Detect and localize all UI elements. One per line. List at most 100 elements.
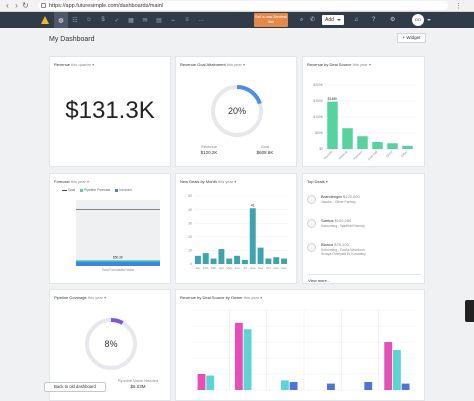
revenue-by-source-card[interactable]: Revenue by Deal Source this year ▾ $200K… — [302, 56, 425, 167]
title-text: Revenue — [54, 62, 71, 67]
add-button[interactable]: Add — [322, 15, 344, 25]
notifications-icon[interactable]: ♫ — [354, 12, 359, 28]
nav-calendar-icon[interactable]: ▦ — [124, 12, 138, 28]
help-icon[interactable]: ? — [372, 12, 375, 28]
bar — [234, 255, 241, 264]
zendesk-sell-banner[interactable]: Sell is now Zendesk Sell — [254, 13, 288, 27]
nav-sequences-icon[interactable]: ≡ — [180, 12, 194, 28]
bar — [281, 258, 288, 264]
goal-attainment-card[interactable]: Revenue Goal Attainment this year ▾ 20% … — [175, 56, 297, 167]
pipeline-percent: 8% — [104, 339, 118, 349]
period-text[interactable]: this year — [227, 62, 242, 67]
deal-item[interactable]: Brandenger $120,000 Jacobs - Oliver Farm… — [307, 192, 399, 212]
deal-value: $100,000 — [334, 218, 352, 223]
x-tick-label: Dec — [281, 266, 287, 270]
x-tick-label: Referral — [338, 150, 349, 161]
deal-name[interactable]: Santos $100,000 — [321, 218, 351, 223]
bar — [327, 383, 335, 390]
y-tick-label: $0 — [319, 147, 323, 151]
forecast-card[interactable]: Forecast this year ▾ Goal Pipeline Forec… — [49, 173, 171, 284]
deal-name[interactable]: Blanco $75,100 — [321, 242, 349, 247]
deal-name[interactable]: Brandenger $120,000 — [321, 194, 360, 199]
url-text: https://app.futuresimple.com/dashboards/… — [49, 2, 164, 9]
view-more-link[interactable]: View more... — [308, 278, 330, 283]
search-icon[interactable]: ⌕ — [300, 12, 303, 28]
bar — [241, 259, 248, 264]
y-tick-label: $100K — [313, 115, 324, 119]
nav-leads-icon[interactable]: ☷ — [68, 12, 82, 28]
bar — [218, 249, 225, 264]
back-arrow-icon[interactable]: ‹ — [3, 1, 12, 11]
nav-tasks-icon[interactable]: ✓ — [110, 12, 124, 28]
chevron-down-icon[interactable]: ▾ — [326, 179, 328, 184]
chevron-down-icon[interactable]: ▾ — [260, 295, 262, 300]
x-tick-label: Jan — [195, 266, 200, 270]
x-tick-label: Jun — [235, 266, 240, 270]
bar — [392, 350, 401, 390]
nav-contacts-icon[interactable]: ☺ — [82, 12, 96, 28]
period-text[interactable]: this year — [244, 295, 259, 300]
address-bar[interactable]: https://app.futuresimple.com/dashboards/… — [38, 1, 448, 10]
reload-icon[interactable]: ↻ — [21, 1, 30, 11]
bar — [273, 257, 280, 264]
x-tick-label: Aug — [250, 266, 256, 270]
top-deals-card[interactable]: Top Deals ▾ Brandenger $120,000 Jacobs -… — [302, 173, 425, 284]
nav-reports-icon[interactable]: ▤ — [152, 12, 166, 28]
x-tick-label: Oct — [266, 266, 271, 270]
back-to-old-dashboard-button[interactable]: Back to old dashboard — [44, 382, 106, 392]
logo-icon[interactable] — [40, 15, 50, 25]
revenue-by-owner-card[interactable]: Revenue by Deal Source by Owner this yea… — [175, 289, 425, 401]
period-text[interactable]: this year — [353, 62, 368, 67]
nav-deals-icon[interactable]: $ — [96, 12, 110, 28]
revenue-card[interactable]: Revenue this quarter ▾ $131.3K — [49, 56, 171, 167]
deal-icon — [307, 219, 316, 228]
chevron-down-icon[interactable] — [427, 19, 431, 21]
title-text: Revenue by Deal Source — [307, 62, 352, 67]
y-tick-label: 20 — [188, 235, 192, 239]
nav-dashboard-icon[interactable]: ◍ — [54, 12, 68, 28]
revenue-by-owner-chart — [192, 309, 416, 391]
settings-icon[interactable]: ⚙ — [390, 12, 395, 28]
chevron-down-icon[interactable]: ▾ — [243, 62, 245, 67]
chevron-down-icon[interactable]: ▾ — [104, 295, 106, 300]
legend-incurred: Incurred — [115, 188, 132, 192]
x-tick-label: Event — [385, 150, 393, 158]
y-tick-label: 40 — [188, 208, 192, 212]
period-text[interactable]: this year — [218, 179, 233, 184]
deal-icon — [307, 195, 316, 204]
pipeline-needed-value: $6.03M — [130, 384, 146, 389]
main-nav: ◍ ☷ ☺ $ ✓ ▦ ✉ ▤ ⌁ ≡ … — [54, 12, 208, 28]
card-title: Revenue Goal Attainment this year ▾ — [180, 62, 245, 67]
legend-pipeline-label: Pipeline Forecast — [84, 188, 111, 192]
nav-communication-icon[interactable]: ✉ — [138, 12, 152, 28]
feedback-tab[interactable] — [465, 300, 474, 322]
period-text[interactable]: this quarter — [71, 62, 91, 67]
forecast-legend: Goal Pipeline Forecast Incurred — [62, 188, 132, 192]
phone-icon[interactable]: ✆ — [310, 12, 315, 28]
chevron-down-icon[interactable]: ▾ — [369, 62, 371, 67]
bar — [194, 255, 201, 264]
nav-forecast-icon[interactable]: ⌁ — [166, 12, 180, 28]
deal-item[interactable]: Blanco $75,100 Kobrzming - Emilia Woodso… — [307, 240, 399, 260]
legend-goal: Goal — [62, 188, 75, 192]
period-text[interactable]: this year — [71, 179, 86, 184]
browser-menu-icon[interactable]: ⋮ — [455, 2, 462, 10]
new-deals-card[interactable]: New Deals by Month this year ▾ 50 40 30 20 1… — [175, 173, 297, 284]
bar — [364, 382, 373, 390]
deal-name-text: Blanco — [321, 242, 334, 247]
forward-arrow-icon[interactable]: › — [12, 1, 21, 11]
nav-more-icon[interactable]: … — [194, 12, 208, 28]
deal-value: $75,100 — [334, 242, 349, 247]
add-widget-button[interactable]: + Widget — [397, 33, 426, 43]
title-text: Revenue Goal Attainment — [180, 62, 226, 67]
period-text[interactable]: this year — [88, 295, 103, 300]
chevron-down-icon — [337, 19, 341, 21]
deal-item[interactable]: Santos $100,000 Kobrzming - Warfield Far… — [307, 216, 399, 236]
deal-icon — [307, 243, 316, 252]
chevron-down-icon[interactable]: ▾ — [234, 179, 236, 184]
chevron-down-icon[interactable]: ▾ — [92, 62, 94, 67]
bar — [197, 374, 206, 390]
chevron-down-icon[interactable]: ▾ — [87, 179, 89, 184]
lock-icon — [41, 3, 46, 8]
avatar[interactable]: DO — [412, 14, 424, 26]
